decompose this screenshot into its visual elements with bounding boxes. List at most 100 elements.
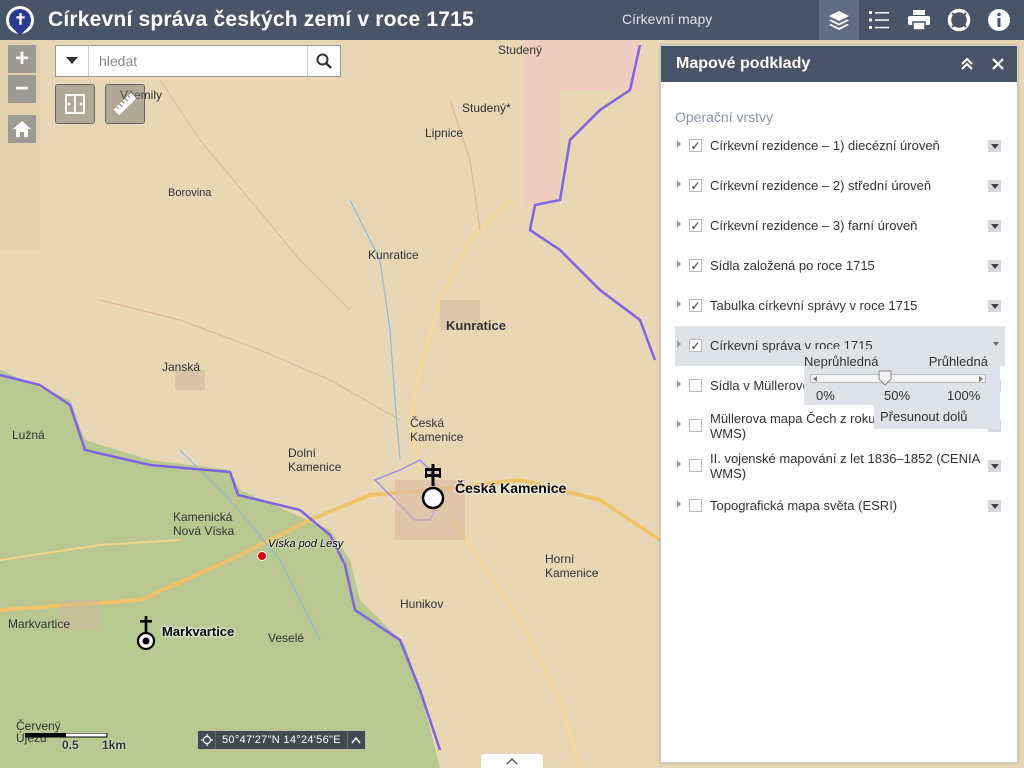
expand-arrow-icon[interactable] [677, 180, 681, 188]
chevron-down-icon [990, 183, 999, 189]
chevron-down-icon [990, 303, 999, 309]
place-label: Dolní Kamenice [288, 446, 342, 474]
settlement-dot[interactable] [257, 551, 267, 561]
layer-label: Sídla založená po roce 1715 [710, 258, 875, 273]
layer-menu-open-icon[interactable] [993, 342, 999, 346]
place-label: Hunikov [400, 597, 444, 611]
locate-button[interactable] [198, 731, 216, 749]
chevron-down-icon [990, 143, 999, 149]
app-title: Církevní správa českých zemí v roce 1715 [48, 8, 474, 31]
layer-checkbox[interactable]: ✓ [689, 219, 702, 232]
place-label: Veselé [268, 631, 305, 645]
expand-arrow-icon[interactable] [677, 380, 681, 388]
search-input[interactable] [89, 46, 307, 76]
expand-arrow-icon[interactable] [677, 460, 681, 468]
swipe-tool-button[interactable] [55, 84, 95, 124]
layer-checkbox[interactable]: ✓ [689, 259, 702, 272]
layer-item[interactable]: II. vojenské mapování z let 1836–1852 (C… [675, 446, 1005, 486]
layer-menu-button[interactable] [988, 500, 1001, 512]
layer-menu-button[interactable] [988, 460, 1001, 472]
ruler-icon [113, 92, 137, 116]
place-label: Kunratice [368, 248, 419, 262]
expand-arrow-icon[interactable] [677, 420, 681, 428]
layer-label: II. vojenské mapování z let 1836–1852 (C… [710, 451, 980, 481]
parish-marker[interactable] [136, 616, 156, 652]
panel-collapse-button[interactable] [959, 56, 975, 72]
layer-checkbox[interactable]: ✓ [689, 299, 702, 312]
scale-end-label: 1km [102, 738, 127, 752]
transparency-popup: Neprůhledná Průhledná 0% 50% 100% Přesun… [804, 349, 1000, 429]
print-icon [908, 10, 930, 31]
layer-checkbox[interactable] [689, 379, 702, 392]
layer-menu-button[interactable] [988, 260, 1001, 272]
search-source-dropdown[interactable] [56, 46, 89, 76]
slider-left-arrow-icon[interactable] [813, 376, 817, 382]
layer-item[interactable]: ✓ Církevní rezidence – 3) farní úroveň [675, 206, 1005, 246]
layer-item[interactable]: ✓ Sídla založená po roce 1715 [675, 246, 1005, 286]
crosshair-icon [200, 734, 213, 746]
slider-right-arrow-icon[interactable] [979, 376, 983, 382]
zoom-out-button[interactable]: − [8, 75, 36, 103]
layer-menu-button[interactable] [988, 300, 1001, 312]
coordinate-toggle-button[interactable] [346, 731, 365, 749]
opaque-label: Neprůhledná [804, 354, 879, 369]
expand-arrow-icon[interactable] [677, 340, 681, 348]
chevron-down-icon [66, 57, 78, 64]
place-label: Kamenická Nová Víska [173, 510, 235, 538]
layer-checkbox[interactable]: ✓ [689, 179, 702, 192]
coordinates-text: 50°47'27"N 14°24'56"E [222, 734, 341, 746]
expand-arrow-icon[interactable] [677, 260, 681, 268]
search-icon [316, 53, 332, 69]
layer-menu-button[interactable] [988, 220, 1001, 232]
transparency-slider-area: Neprůhledná Průhledná 0% 50% 100% [804, 349, 1000, 405]
layer-item[interactable]: Topografická mapa světa (ESRI) [675, 486, 1005, 526]
layer-item[interactable]: ✓ Církevní rezidence – 2) střední úroveň [675, 166, 1005, 206]
place-label: Lipnice [425, 126, 464, 140]
transparency-slider-thumb[interactable] [878, 370, 892, 386]
expand-arrow-icon[interactable] [677, 140, 681, 148]
layers-button[interactable] [819, 0, 859, 40]
archdeanery-marker[interactable] [420, 464, 446, 510]
layer-item[interactable]: ✓ Tabulka církevní správy v roce 1715 [675, 286, 1005, 326]
info-button[interactable] [979, 0, 1019, 40]
layer-label: Topografická mapa světa (ESRI) [710, 498, 898, 513]
tick-label: 50% [884, 388, 911, 403]
close-icon [992, 58, 1004, 70]
layer-menu-button[interactable] [988, 140, 1001, 152]
expand-arrow-icon[interactable] [677, 500, 681, 508]
measure-tool-button[interactable] [105, 84, 145, 124]
layer-checkbox[interactable]: ✓ [689, 339, 702, 352]
home-button[interactable] [8, 115, 36, 143]
place-label: Borovina [168, 187, 212, 199]
bottom-panel-toggle[interactable] [481, 754, 543, 768]
layer-checkbox[interactable] [689, 419, 702, 432]
app-logo: ✝ [4, 4, 36, 36]
church-residence-icon [421, 464, 445, 510]
place-label: Lužná [12, 428, 45, 442]
print-button[interactable] [899, 0, 939, 40]
app-header: ✝ Církevní správa českých zemí v roce 17… [0, 0, 1024, 40]
layer-checkbox[interactable] [689, 459, 702, 472]
place-label: Horní Kamenice [545, 552, 599, 580]
panel-close-button[interactable] [989, 55, 1007, 73]
search-button[interactable] [307, 46, 340, 76]
cross-icon: ✝ [13, 11, 27, 29]
panel-header: Mapové podklady [661, 46, 1017, 82]
layer-checkbox[interactable]: ✓ [689, 139, 702, 152]
layer-menu-button[interactable] [988, 180, 1001, 192]
lifebuoy-icon [947, 8, 971, 32]
move-down-button[interactable]: Přesunout dolů [874, 405, 1000, 429]
help-button[interactable] [939, 0, 979, 40]
layer-item[interactable]: ✓ Církevní rezidence – 1) diecézní úroveň [675, 126, 1005, 166]
transparency-slider-track[interactable] [810, 374, 986, 383]
layer-checkbox[interactable] [689, 499, 702, 512]
section-title: Operační vrstvy [675, 109, 774, 125]
tick-label: 0% [816, 388, 835, 403]
app-subtitle[interactable]: Církevní mapy [622, 11, 712, 27]
chevron-up-icon [506, 757, 518, 765]
info-icon [988, 9, 1010, 31]
expand-arrow-icon[interactable] [677, 220, 681, 228]
legend-button[interactable] [859, 0, 899, 40]
zoom-in-button[interactable]: + [8, 45, 36, 73]
expand-arrow-icon[interactable] [677, 300, 681, 308]
